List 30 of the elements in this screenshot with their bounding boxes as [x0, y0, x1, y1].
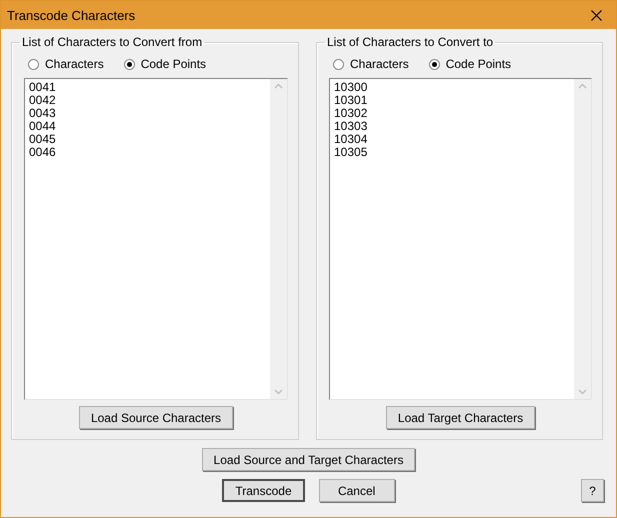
load-both-button[interactable]: Load Source and Target Characters [202, 448, 416, 471]
close-icon[interactable] [590, 10, 602, 20]
dialog-button[interactable]: Cancel [318, 479, 395, 502]
radio-option[interactable]: Characters [28, 54, 104, 74]
radio-icon[interactable] [333, 58, 344, 70]
list-line: 10304 [334, 133, 368, 146]
list-line: 0045 [29, 133, 56, 146]
list-line: 10302 [334, 107, 368, 120]
radio-option[interactable]: Characters [333, 54, 409, 74]
list-line: 0041 [29, 81, 56, 94]
list-line: 10303 [334, 120, 368, 133]
load-button[interactable]: Load Source Characters [78, 406, 234, 429]
list-line: 10301 [334, 94, 368, 107]
radio-icon[interactable] [124, 58, 135, 70]
group-label: List of Characters to Convert from [21, 35, 204, 49]
radio-option[interactable]: Code Points [124, 54, 206, 74]
list-line: 10300 [334, 81, 368, 94]
list-line: 10305 [334, 146, 368, 159]
radio-icon[interactable] [28, 58, 39, 70]
group-label: List of Characters to Convert to [326, 35, 494, 49]
radio-icon[interactable] [428, 58, 440, 70]
list-line: 0043 [29, 107, 56, 120]
window-title: Transcode Characters [7, 8, 136, 22]
list-line: 0046 [29, 146, 56, 159]
list-line: 0042 [29, 94, 56, 107]
dialog-button[interactable]: Transcode [222, 479, 305, 502]
help-button[interactable]: ? [581, 479, 604, 502]
load-button[interactable]: Load Target Characters [386, 406, 536, 429]
radio-option[interactable]: Code Points [428, 54, 512, 74]
list-line: 0044 [29, 120, 56, 133]
